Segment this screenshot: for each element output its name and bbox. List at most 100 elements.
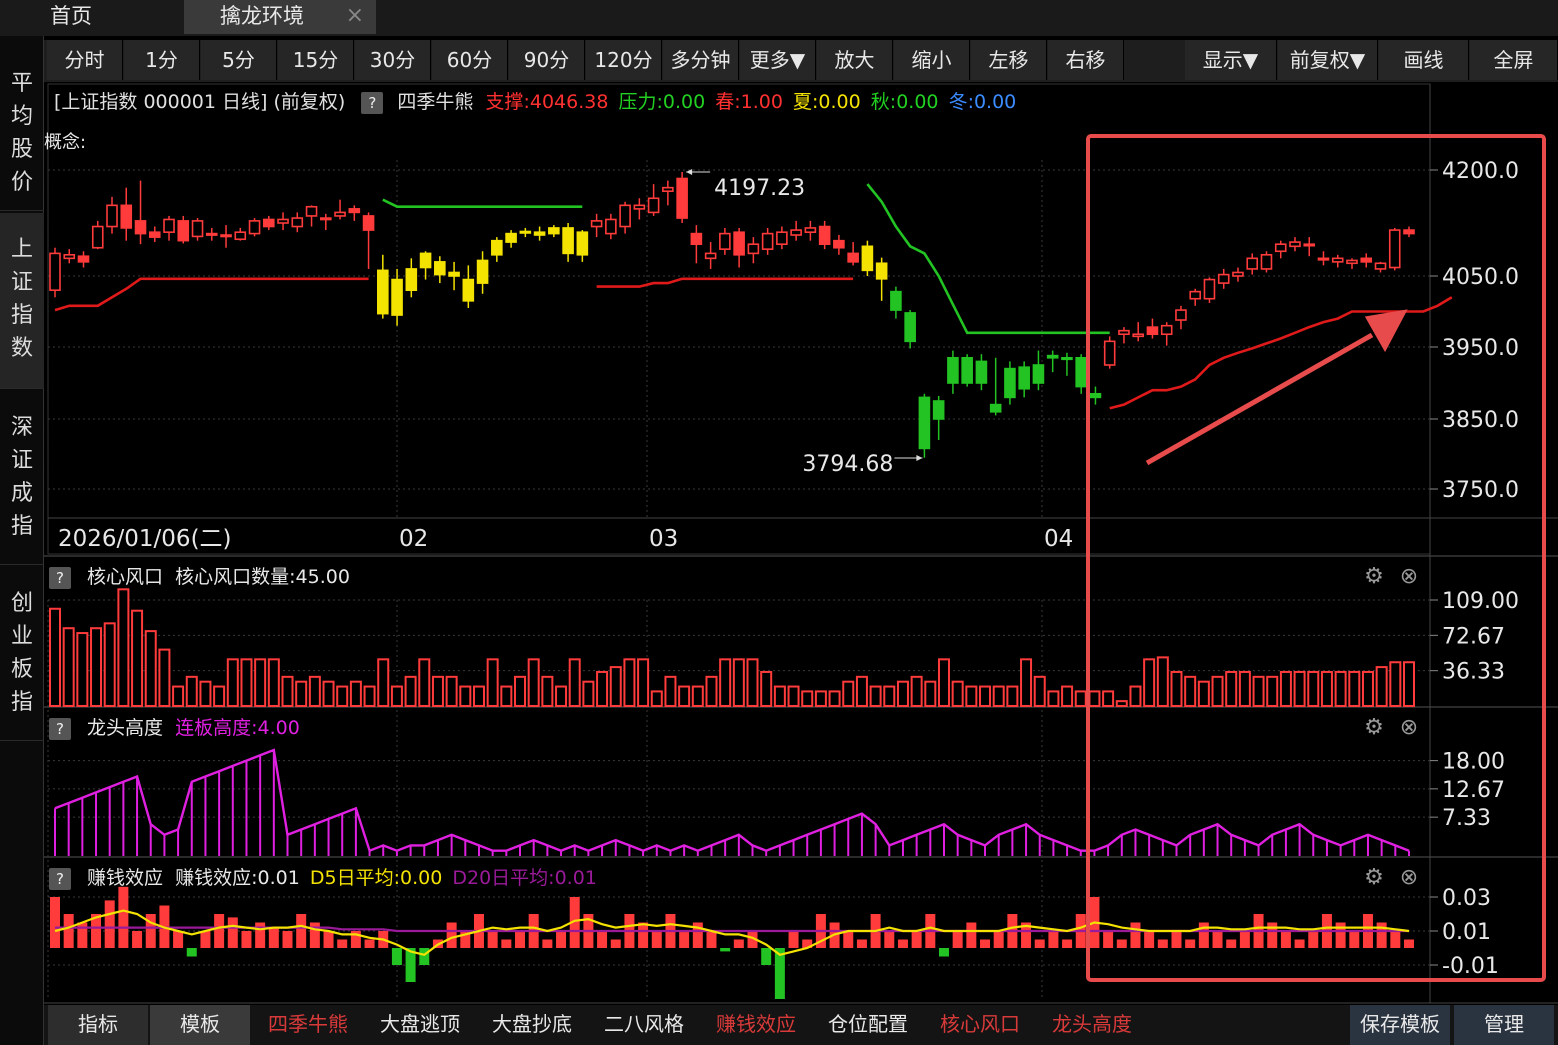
candle-body	[1374, 262, 1387, 270]
candle	[776, 226, 788, 250]
candle	[191, 218, 204, 241]
candle-body	[704, 252, 717, 260]
bar	[1020, 658, 1033, 708]
template-item-erba[interactable]: 二八风格	[592, 1005, 696, 1045]
y-tick-label: 3950.0	[1442, 336, 1519, 361]
bar	[1404, 939, 1414, 948]
bar	[1361, 670, 1374, 708]
template-item-siji[interactable]: 四季牛熊	[256, 1005, 360, 1045]
candle	[319, 213, 332, 231]
candle	[719, 227, 731, 255]
bar	[1267, 922, 1278, 948]
candle-body	[1160, 324, 1173, 336]
bar	[1197, 680, 1210, 707]
candle-body	[690, 232, 703, 246]
bar	[185, 675, 198, 707]
settings-gear-icon[interactable]: ⚙	[1360, 563, 1388, 591]
settings-gear-icon[interactable]: ⚙	[1360, 714, 1388, 742]
indicator-tab[interactable]: 指标	[48, 1005, 148, 1045]
candle	[1075, 354, 1087, 394]
candle-body	[220, 234, 232, 238]
candle-body	[1004, 367, 1016, 399]
close-icon[interactable]: ⊗	[1395, 714, 1423, 742]
template-item-longtou[interactable]: 龙头高度	[1040, 1005, 1144, 1045]
bar	[445, 675, 458, 707]
save-template-button[interactable]: 保存模板	[1350, 1005, 1450, 1045]
close-icon[interactable]: ⊗	[1395, 864, 1423, 892]
panel3-header: ? 赚钱效应 赚钱效应:0.01 D5日平均:0.00 D20日平均:0.01	[44, 863, 597, 893]
settings-gear-icon[interactable]: ⚙	[1360, 864, 1388, 892]
candle-body	[1232, 271, 1244, 277]
y-tick-label: 7.33	[1442, 806, 1491, 831]
candle	[419, 251, 432, 280]
bar	[609, 666, 622, 707]
bar	[50, 897, 60, 948]
candle-body	[391, 278, 403, 316]
bar	[1198, 922, 1209, 948]
candle-body	[861, 245, 874, 272]
candle-body	[804, 227, 817, 233]
bar	[267, 658, 280, 708]
bar	[1171, 931, 1182, 948]
bar	[1225, 670, 1238, 708]
candle	[177, 215, 190, 244]
bar	[651, 931, 662, 948]
bar	[1280, 931, 1291, 948]
candle	[633, 198, 646, 220]
candle	[448, 261, 460, 291]
candle	[647, 184, 660, 216]
candle-body	[719, 232, 731, 250]
bar	[938, 948, 949, 957]
candle	[918, 393, 931, 458]
candle-body	[1146, 326, 1159, 336]
template-item-chaodi[interactable]: 大盘抄底	[480, 1005, 584, 1045]
bar	[295, 680, 308, 707]
candle-body	[1289, 241, 1301, 248]
candle	[761, 227, 774, 255]
candle-body	[434, 261, 446, 276]
panel2-header: ? 龙头高度 连板高度:4.00	[44, 713, 300, 743]
candle	[476, 251, 489, 294]
candle	[833, 235, 845, 255]
candle	[1232, 267, 1244, 282]
candle	[1046, 350, 1059, 373]
template-item-cangwei[interactable]: 仓位配置	[816, 1005, 920, 1045]
bar	[431, 675, 444, 707]
bar	[1102, 690, 1115, 707]
help-icon[interactable]: ?	[49, 867, 71, 890]
bar	[227, 917, 238, 948]
bar	[980, 939, 991, 948]
bar	[1006, 685, 1019, 708]
candle	[932, 395, 945, 440]
low-label: 3794.68	[802, 452, 893, 477]
bar	[240, 658, 253, 708]
bar	[76, 632, 89, 707]
candle-body	[890, 290, 902, 311]
candle	[1260, 251, 1273, 273]
template-item-zhuanqian[interactable]: 赚钱效应	[704, 1005, 808, 1045]
candle-body	[1175, 309, 1187, 321]
candle	[91, 220, 104, 250]
template-tab[interactable]: 模板	[150, 1005, 250, 1045]
y-tick-label: 4050.0	[1442, 265, 1519, 290]
candle-body	[619, 204, 631, 228]
trend-arrow-head	[1364, 309, 1408, 353]
template-item-fengkou[interactable]: 核心风口	[928, 1005, 1032, 1045]
template-item-taoding[interactable]: 大盘逃顶	[368, 1005, 472, 1045]
help-icon[interactable]: ?	[49, 566, 71, 589]
candle	[491, 237, 503, 262]
candle	[804, 220, 817, 241]
bar	[732, 658, 745, 708]
candle-body	[148, 231, 161, 238]
candle-body	[519, 230, 532, 234]
candle-body	[177, 220, 190, 242]
candle-body	[1061, 356, 1073, 361]
candle	[1018, 361, 1030, 398]
close-icon[interactable]: ⊗	[1395, 563, 1423, 591]
bar	[1048, 931, 1059, 948]
help-icon[interactable]: ?	[49, 717, 71, 740]
manage-button[interactable]: 管理	[1454, 1005, 1554, 1045]
candle	[619, 201, 631, 234]
candle-body	[1260, 254, 1273, 270]
y-tick-label: 0.01	[1442, 920, 1491, 945]
